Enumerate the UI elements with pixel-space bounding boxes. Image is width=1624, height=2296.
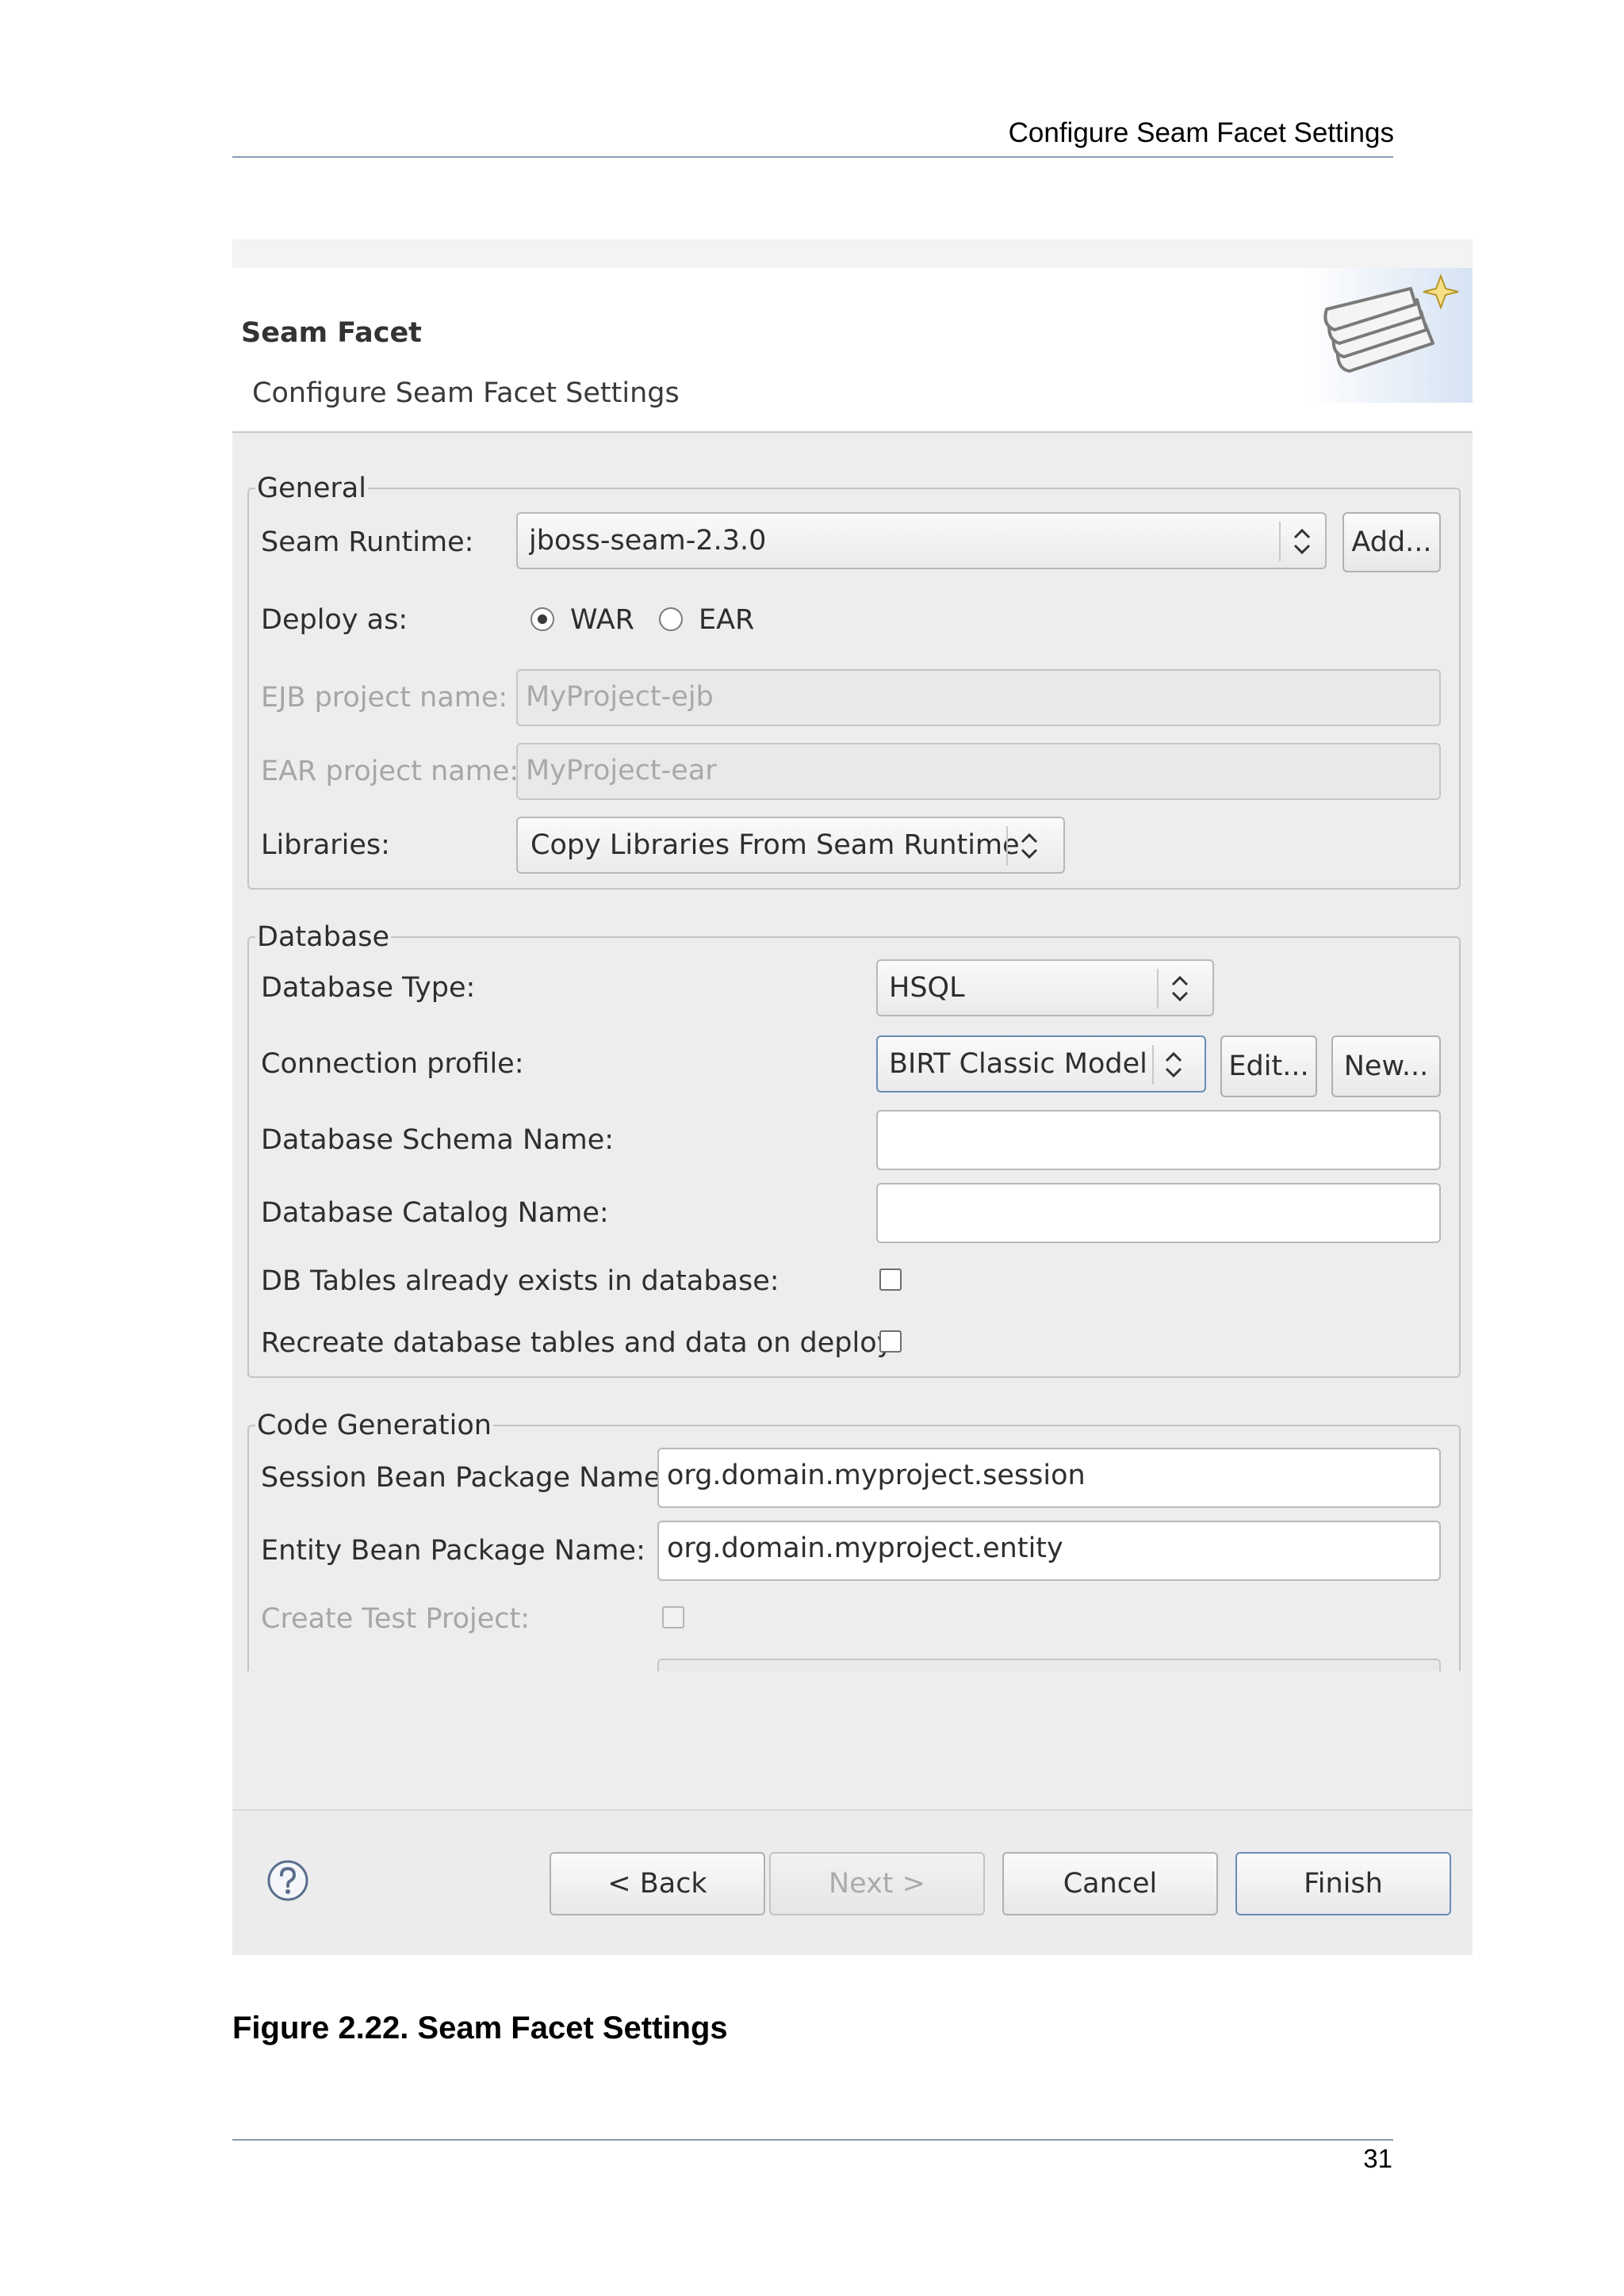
radio-ear-label[interactable]: EAR: [699, 604, 754, 636]
dialog-button-bar: < Back Next > Cancel Finish: [232, 1809, 1473, 1955]
banner-subtitle: Configure Seam Facet Settings: [252, 377, 680, 409]
radio-ear[interactable]: [659, 607, 683, 631]
ejb-project-label: EJB project name:: [261, 682, 508, 714]
cancel-button[interactable]: Cancel: [1002, 1852, 1218, 1915]
seam-runtime-combo[interactable]: jboss-seam-2.3.0: [516, 512, 1327, 569]
catalog-name-label: Database Catalog Name:: [261, 1197, 609, 1229]
banner-title: Seam Facet: [241, 317, 422, 349]
tables-exist-label: DB Tables already exists in database:: [261, 1265, 779, 1297]
connection-profile-value: BIRT Classic Model:: [889, 1048, 1151, 1080]
combo-arrows-icon: [1021, 832, 1038, 859]
new-profile-button[interactable]: New...: [1331, 1035, 1441, 1097]
entity-bean-field[interactable]: org.domain.myproject.entity: [657, 1521, 1441, 1581]
combo-divider: [1152, 1045, 1154, 1085]
radio-war[interactable]: [530, 607, 554, 631]
figure-caption: Figure 2.22. Seam Facet Settings: [232, 2011, 728, 2045]
finish-button[interactable]: Finish: [1235, 1852, 1451, 1915]
deploy-as-label: Deploy as:: [261, 604, 408, 636]
ear-project-field[interactable]: MyProject-ear: [516, 743, 1441, 800]
session-bean-field[interactable]: org.domain.myproject.session: [657, 1448, 1441, 1508]
recreate-tables-checkbox[interactable]: [879, 1330, 902, 1353]
page-number: 31: [1363, 2144, 1392, 2173]
page-header-title: Configure Seam Facet Settings: [1008, 117, 1394, 148]
libraries-label: Libraries:: [261, 829, 390, 861]
catalog-name-field[interactable]: [876, 1183, 1441, 1243]
libraries-combo[interactable]: Copy Libraries From Seam Runtime: [516, 817, 1065, 874]
combo-divider: [1157, 969, 1159, 1008]
create-test-checkbox[interactable]: [662, 1606, 684, 1628]
connection-profile-combo[interactable]: BIRT Classic Model:: [876, 1035, 1206, 1093]
radio-war-label[interactable]: WAR: [570, 604, 634, 636]
database-type-combo[interactable]: HSQL: [876, 959, 1214, 1016]
combo-arrows-icon: [1165, 1051, 1182, 1078]
recreate-tables-label: Recreate database tables and data on dep…: [261, 1327, 901, 1359]
combo-arrows-icon: [1293, 528, 1311, 555]
tables-exist-checkbox[interactable]: [879, 1269, 902, 1291]
libraries-value: Copy Libraries From Seam Runtime: [530, 829, 1020, 861]
database-legend: Database: [257, 921, 390, 953]
help-icon[interactable]: [266, 1858, 310, 1903]
session-bean-label: Session Bean Package Name:: [261, 1462, 671, 1494]
connection-profile-label: Connection profile:: [261, 1048, 524, 1080]
combo-divider: [1006, 826, 1008, 866]
seam-runtime-value: jboss-seam-2.3.0: [529, 525, 767, 557]
combo-divider: [1279, 522, 1281, 561]
footer-rule: [232, 2139, 1393, 2141]
ejb-project-field[interactable]: MyProject-ejb: [516, 669, 1441, 726]
seam-facet-dialog: Seam Facet Configure Seam Facet Settings…: [232, 239, 1473, 1955]
add-runtime-button[interactable]: Add...: [1342, 512, 1441, 572]
banner-separator: [232, 431, 1473, 433]
combo-arrows-icon: [1171, 975, 1189, 1002]
database-type-label: Database Type:: [261, 972, 476, 1004]
edit-profile-button[interactable]: Edit...: [1220, 1035, 1317, 1097]
seam-facet-wizard-icon: [1306, 268, 1473, 403]
next-button[interactable]: Next >: [769, 1852, 985, 1915]
seam-runtime-label: Seam Runtime:: [261, 526, 474, 558]
database-type-value: HSQL: [889, 972, 965, 1004]
wizard-banner: Seam Facet Configure Seam Facet Settings: [232, 268, 1473, 431]
dialog-top-strip: [232, 239, 1473, 268]
codegen-legend: Code Generation: [257, 1410, 492, 1441]
schema-name-label: Database Schema Name:: [261, 1124, 615, 1156]
general-legend: General: [257, 473, 366, 504]
header-rule: [232, 156, 1393, 158]
ear-project-label: EAR project name:: [261, 756, 519, 787]
entity-bean-label: Entity Bean Package Name:: [261, 1535, 645, 1567]
create-test-label: Create Test Project:: [261, 1603, 530, 1635]
schema-name-field[interactable]: [876, 1110, 1441, 1170]
back-button[interactable]: < Back: [550, 1852, 765, 1915]
